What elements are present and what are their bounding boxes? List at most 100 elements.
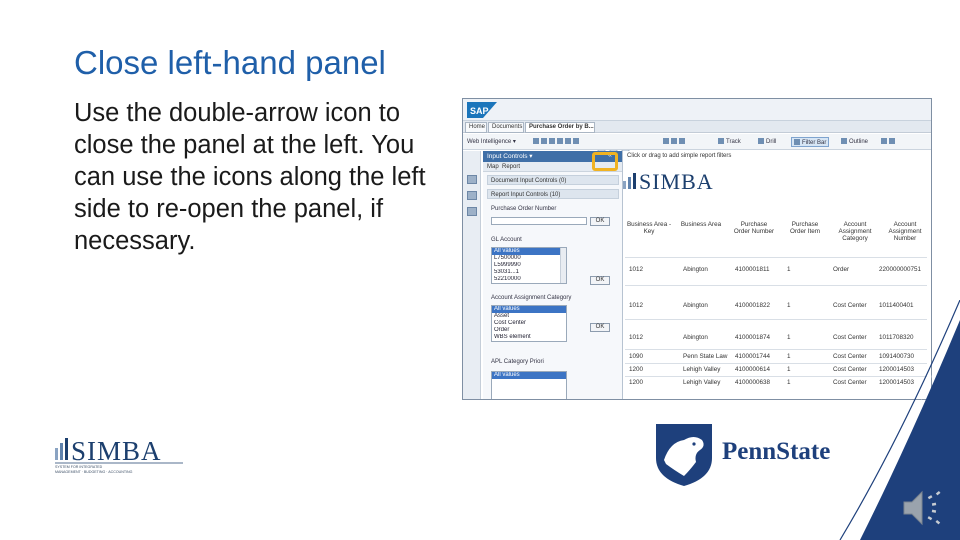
apl-category-list[interactable]: All values xyxy=(491,371,567,399)
toolbar-icon-group[interactable] xyxy=(533,137,581,147)
table-cell: 1012 xyxy=(629,302,644,309)
track-button[interactable]: Track xyxy=(718,137,741,147)
document-tab-row: Home Documents Purchase Order by B... xyxy=(463,121,931,153)
list-item[interactable]: 52210000 xyxy=(492,276,566,283)
table-cell: 4100001744 xyxy=(735,353,771,360)
report-filter-tip[interactable]: Click or drag to add simple report filte… xyxy=(627,152,731,160)
table-cell: 1090 xyxy=(629,353,644,360)
column-header[interactable]: Business Area - Key xyxy=(625,221,673,243)
input-controls-icon[interactable] xyxy=(467,191,477,200)
table-cell: Order xyxy=(833,266,850,273)
table-cell: Lehigh Valley xyxy=(683,366,721,373)
table-cell: Abington xyxy=(683,302,708,309)
side-icon-bar xyxy=(463,151,481,399)
outline-button[interactable]: Outline xyxy=(841,137,868,147)
table-cell: 220000000751 xyxy=(879,266,922,273)
list-item[interactable]: L5999990 xyxy=(492,262,566,269)
table-cell: 4100001811 xyxy=(735,266,770,273)
data-icon[interactable] xyxy=(467,207,477,216)
apl-category-label: APL Category Priori xyxy=(491,359,544,365)
web-intelligence-menu[interactable]: Web Intelligence ▾ xyxy=(467,137,516,147)
drill-icon xyxy=(758,138,764,145)
open-icon[interactable] xyxy=(541,138,547,145)
column-header[interactable]: Account Assignment Number xyxy=(881,221,929,243)
po-number-ok-button[interactable]: OK xyxy=(590,217,610,226)
table-cell: 1200 xyxy=(629,366,644,373)
column-header[interactable]: Purchase Order Item xyxy=(785,221,825,243)
simba-report-wordmark: SIMBA xyxy=(639,169,714,194)
table-cell: 1012 xyxy=(629,266,644,273)
tab-home[interactable]: Home xyxy=(465,122,487,133)
simba-report-logo: SIMBA xyxy=(623,169,714,194)
simba-wordmark: SIMBA xyxy=(71,436,162,466)
list-item[interactable]: Asset xyxy=(492,313,566,320)
simba-tagline-1: SYSTEM FOR INTEGRATED xyxy=(55,465,103,469)
export-icon[interactable] xyxy=(573,138,579,145)
table-cell: 4100001822 xyxy=(735,302,771,309)
slide-title: Close left-hand panel xyxy=(74,44,386,81)
row-divider xyxy=(625,257,927,258)
new-icon[interactable] xyxy=(533,138,539,145)
app-toolbar: Web Intelligence ▾ Track Drill Filter Ba… xyxy=(463,134,931,150)
layout-icon[interactable] xyxy=(889,138,895,145)
gl-account-ok-button[interactable]: OK xyxy=(590,276,610,285)
po-number-label: Purchase Order Number xyxy=(491,206,557,212)
table-cell: 4100000614 xyxy=(735,366,771,373)
table-cell: 4100001874 xyxy=(735,334,771,341)
tab-documents[interactable]: Documents xyxy=(488,122,524,133)
account-assignment-ok-button[interactable]: OK xyxy=(590,323,610,332)
gl-account-list[interactable]: All values L7500000 L5999990 53031...1 5… xyxy=(491,247,567,284)
print-icon[interactable] xyxy=(557,138,563,145)
view-icons[interactable] xyxy=(881,137,897,147)
undo-redo-icons[interactable] xyxy=(663,137,687,147)
tab-purchase-order-report[interactable]: Purchase Order by B... xyxy=(525,122,595,133)
refresh-icon[interactable] xyxy=(679,138,685,145)
redo-icon[interactable] xyxy=(671,138,677,145)
input-controls-panel: Input Controls ▾ « Map Report Document I… xyxy=(483,151,623,399)
po-number-input[interactable] xyxy=(491,217,587,225)
account-assignment-category-list[interactable]: All values Asset Cost Center Order WBS e… xyxy=(491,305,567,342)
save-icon[interactable] xyxy=(549,138,555,145)
column-header[interactable]: Account Assignment Category xyxy=(831,221,879,243)
drill-button[interactable]: Drill xyxy=(758,137,776,147)
navigation-map-icon[interactable] xyxy=(467,175,477,184)
list-item[interactable]: All values xyxy=(492,248,566,255)
list-item[interactable]: Order xyxy=(492,327,566,334)
filter-icon xyxy=(794,139,800,146)
list-item[interactable]: WBS element xyxy=(492,334,566,341)
column-header[interactable]: Purchase Order Number xyxy=(733,221,775,243)
scrollbar[interactable] xyxy=(560,248,566,283)
document-input-controls-section[interactable]: Document Input Controls (0) xyxy=(487,175,619,185)
speaker-icon[interactable] xyxy=(898,486,950,530)
row-divider xyxy=(625,285,927,286)
list-item[interactable]: All values xyxy=(492,306,566,313)
report-input-controls-section[interactable]: Report Input Controls (10) xyxy=(487,189,619,199)
table-cell: Abington xyxy=(683,266,708,273)
list-item[interactable]: All values xyxy=(492,372,566,379)
find-icon[interactable] xyxy=(565,138,571,145)
slide-body-text: Use the double-arrow icon to close the p… xyxy=(74,99,426,255)
column-header[interactable]: Business Area xyxy=(677,221,725,243)
table-cell: 1012 xyxy=(629,334,644,341)
table-cell: 4100000638 xyxy=(735,379,771,386)
simba-logo: SIMBA SYSTEM FOR INTEGRATED MANAGEMENT ·… xyxy=(55,436,183,474)
table-cell: Penn State Law xyxy=(683,353,728,360)
simba-tagline-2: MANAGEMENT · BUDGETING · ACCOUNTING xyxy=(55,470,133,474)
table-cell: Lehigh Valley xyxy=(683,379,721,386)
list-item[interactable]: L7500000 xyxy=(492,255,566,262)
outline-icon xyxy=(841,138,847,145)
app-header-bar: SAP xyxy=(463,99,931,121)
filter-bar-button[interactable]: Filter Bar xyxy=(791,137,830,147)
table-cell: Abington xyxy=(683,334,708,341)
sap-logo: SAP xyxy=(467,102,497,118)
view-icon[interactable] xyxy=(881,138,887,145)
table-cell: 1 xyxy=(787,266,791,273)
gl-account-label: GL Account xyxy=(491,237,522,243)
undo-icon[interactable] xyxy=(663,138,669,145)
list-item[interactable]: 53031...1 xyxy=(492,269,566,276)
collapse-panel-highlight[interactable] xyxy=(592,152,618,171)
svg-text:SAP: SAP xyxy=(470,106,489,116)
table-cell: 1200 xyxy=(629,379,644,386)
track-icon xyxy=(718,138,724,145)
list-item[interactable]: Cost Center xyxy=(492,320,566,327)
